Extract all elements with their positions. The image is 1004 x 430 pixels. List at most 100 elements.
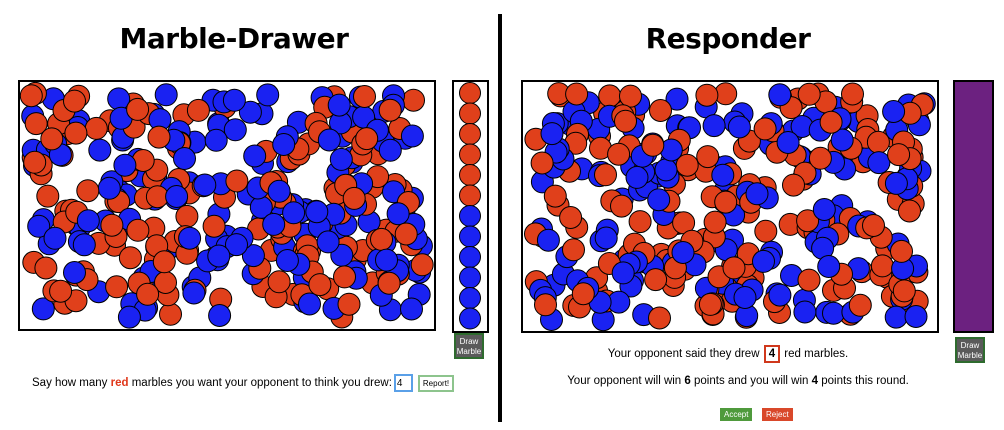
- responder-title: Responder: [645, 22, 811, 55]
- marble: [628, 210, 652, 234]
- claim-text-after: red marbles.: [781, 348, 849, 360]
- marble: [841, 82, 864, 106]
- red-drawn-marble: [459, 123, 481, 145]
- marble: [647, 188, 671, 212]
- marble: [208, 304, 232, 327]
- marble: [333, 265, 356, 289]
- marble-urn-responder: [521, 80, 939, 333]
- marble: [752, 249, 775, 273]
- marble: [204, 128, 228, 152]
- marble: [797, 82, 821, 106]
- marble: [610, 194, 633, 218]
- marble: [267, 179, 291, 203]
- marble: [817, 255, 841, 278]
- marble: [178, 226, 202, 250]
- marble: [754, 219, 778, 243]
- marble: [298, 292, 321, 316]
- marble: [776, 131, 800, 154]
- marble: [64, 121, 88, 145]
- marble: [107, 87, 131, 111]
- marble: [671, 241, 695, 264]
- marble: [884, 171, 908, 195]
- marble: [377, 271, 401, 295]
- marble: [272, 133, 296, 156]
- marble: [611, 261, 635, 285]
- red-drawn-marble: [459, 164, 481, 186]
- marble-urn-canvas: [20, 82, 434, 329]
- hidden-drawn-marbles-column: [953, 80, 994, 333]
- marble: [812, 198, 836, 221]
- marble: [862, 214, 885, 237]
- marble: [695, 83, 719, 107]
- blue-drawn-marble: [459, 307, 481, 330]
- marble: [562, 238, 585, 262]
- marble: [607, 142, 631, 166]
- marble: [100, 213, 124, 237]
- marble: [256, 83, 280, 107]
- report-number-input[interactable]: [393, 374, 413, 392]
- marble: [329, 147, 353, 171]
- marble: [797, 268, 821, 292]
- marble: [316, 230, 340, 254]
- marble: [84, 116, 108, 140]
- marble: [118, 246, 142, 270]
- marble: [225, 169, 249, 193]
- marble: [904, 305, 928, 328]
- marble: [375, 248, 398, 272]
- marble: [711, 163, 735, 187]
- marble: [152, 250, 176, 274]
- marble: [745, 182, 769, 206]
- marble: [848, 293, 872, 317]
- marble: [530, 151, 554, 175]
- marble: [193, 173, 217, 197]
- marble: [703, 210, 727, 234]
- marble-urn-drawer: [18, 80, 436, 331]
- marble: [702, 114, 726, 138]
- marble: [275, 249, 299, 272]
- marble: [698, 292, 722, 316]
- marble: [565, 82, 589, 106]
- marble: [36, 184, 60, 208]
- reject-button[interactable]: Reject: [762, 408, 793, 421]
- red-drawn-marble: [459, 184, 481, 207]
- marble: [808, 146, 832, 170]
- draw-marble-button-responder[interactable]: Draw Marble: [955, 337, 985, 363]
- marble: [34, 256, 58, 280]
- marble: [23, 150, 47, 174]
- marble-urn-canvas-responder: [524, 82, 936, 331]
- marble: [282, 201, 306, 225]
- marble: [173, 147, 196, 170]
- marble: [819, 110, 843, 134]
- marble: [733, 286, 757, 309]
- marble: [884, 305, 908, 329]
- marble: [559, 206, 583, 229]
- marble: [887, 143, 911, 167]
- marble: [714, 190, 738, 214]
- marble: [571, 282, 595, 306]
- accept-button[interactable]: Accept: [720, 408, 753, 421]
- blue-drawn-marble: [459, 205, 481, 227]
- marble: [867, 151, 891, 175]
- marble: [543, 184, 567, 208]
- marble: [154, 83, 178, 107]
- points-text-3: points this round.: [818, 375, 909, 387]
- marble: [722, 256, 746, 280]
- draw-marble-button[interactable]: Draw Marble: [454, 333, 484, 359]
- points-text-1: Your opponent will win: [567, 375, 685, 387]
- marble: [870, 254, 894, 278]
- marble: [337, 292, 361, 316]
- marble: [63, 261, 86, 284]
- marble: [305, 200, 329, 224]
- report-prompt: Say how many red marbles you want your o…: [32, 374, 455, 392]
- panel-divider: [498, 14, 502, 422]
- marble: [327, 93, 351, 117]
- marble: [136, 282, 160, 306]
- marble: [97, 176, 121, 200]
- marble: [386, 202, 410, 226]
- marble: [76, 179, 100, 203]
- blue-drawn-marble: [459, 225, 481, 248]
- marble: [175, 204, 199, 228]
- report-button[interactable]: Report!: [417, 374, 455, 392]
- marble: [186, 98, 210, 122]
- drawn-marbles-canvas: [459, 82, 481, 330]
